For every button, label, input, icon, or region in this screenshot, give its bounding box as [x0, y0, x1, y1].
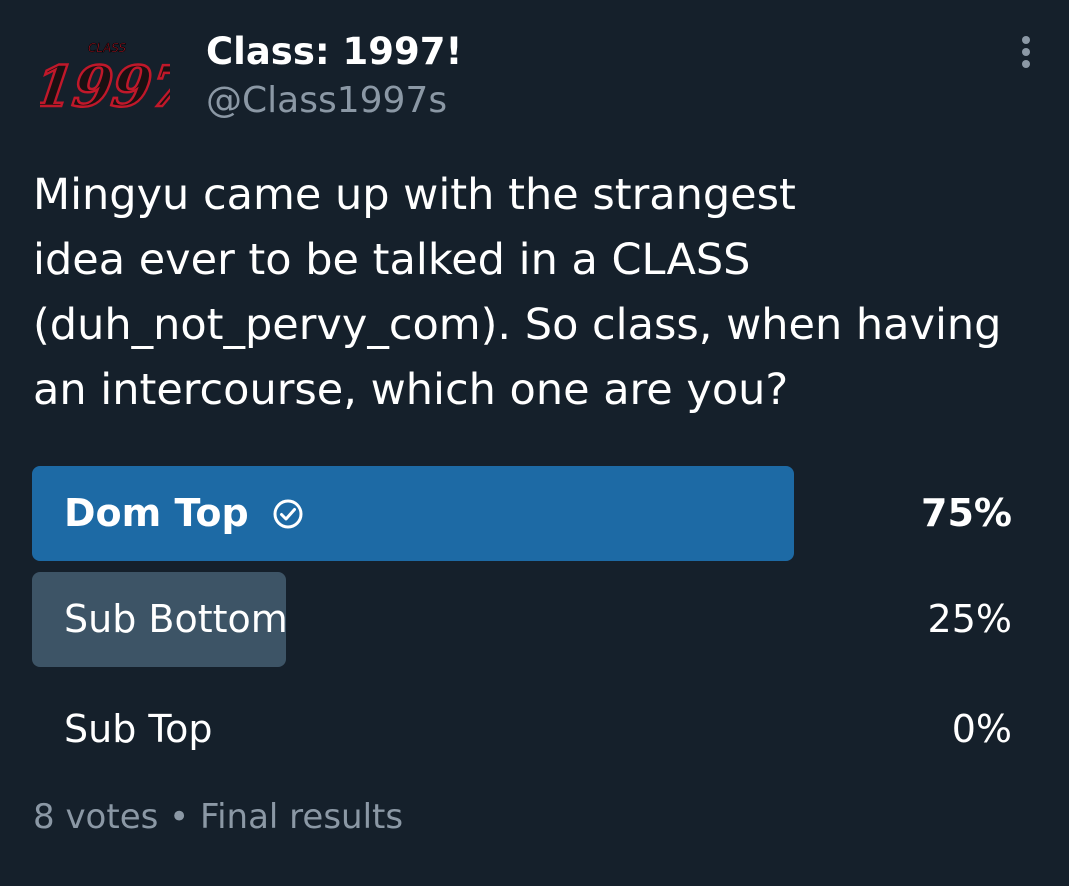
avatar-main-text: 1997 — [40, 54, 170, 120]
avatar[interactable]: CLASS 1997 — [29, 34, 197, 124]
vote-count: 8 votes — [33, 797, 159, 837]
poll-status: Final results — [200, 797, 404, 837]
avatar-logo: CLASS 1997 — [29, 41, 197, 121]
avatar-small-text: CLASS — [88, 41, 126, 55]
tweet-card: CLASS 1997 Class: 1997! @Class1997s Ming… — [0, 0, 1069, 886]
display-name[interactable]: Class: 1997! — [206, 28, 462, 76]
poll-option-percent: 25% — [927, 597, 1012, 641]
poll-option-sub-bottom[interactable]: Sub Bottom 25% — [32, 572, 1032, 667]
footer-separator: • — [169, 797, 190, 837]
poll-option-percent: 75% — [921, 491, 1012, 535]
poll-option-label: Sub Top — [64, 707, 213, 751]
user-handle[interactable]: @Class1997s — [206, 78, 447, 124]
poll-option-sub-top[interactable]: Sub Top 0% — [32, 682, 1032, 777]
poll-option-dom-top[interactable]: Dom Top 75% — [32, 466, 1032, 561]
poll-option-label: Dom Top — [64, 491, 249, 535]
tweet-text: Mingyu came up with the strangest idea e… — [33, 170, 1002, 415]
poll-option-percent: 0% — [951, 707, 1012, 751]
check-circle-icon — [273, 499, 303, 528]
poll-footer: 8 votes • Final results — [33, 795, 403, 839]
more-vertical-icon[interactable] — [1010, 32, 1042, 72]
poll-option-label: Sub Bottom — [64, 597, 288, 641]
